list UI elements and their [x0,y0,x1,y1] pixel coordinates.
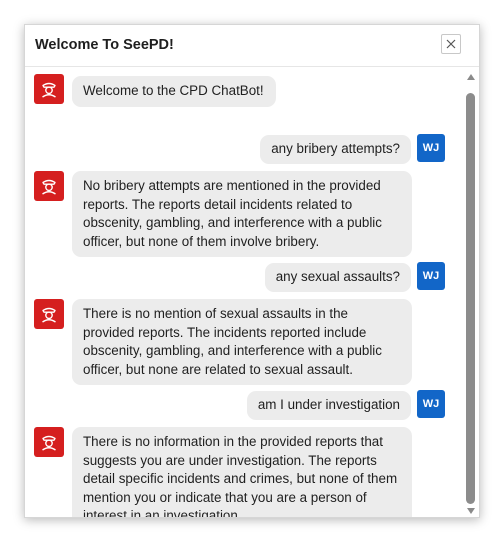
message-list: Welcome to the CPD ChatBot! any bribery … [25,67,461,517]
bot-message-bubble: No bribery attempts are mentioned in the… [72,171,412,257]
close-button[interactable] [441,34,461,54]
scroll-up-arrow-icon[interactable] [467,74,475,80]
scroll-down-arrow-icon[interactable] [467,508,475,514]
bot-avatar [34,427,64,457]
police-officer-icon [42,435,56,451]
dialog-title: Welcome To SeePD! [35,37,174,53]
police-officer-icon [42,307,56,323]
user-message-bubble: am I under investigation [246,391,411,420]
user-message-bubble: any sexual assaults? [264,263,411,292]
bot-message-bubble: Welcome to the CPD ChatBot! [72,76,276,107]
chat-dialog: Welcome To SeePD! Welcome to the CPD Cha… [24,24,480,518]
bot-avatar [34,299,64,329]
user-avatar: WJ [417,390,445,418]
dialog-header: Welcome To SeePD! [25,25,479,67]
bot-avatar [34,74,64,104]
bot-message-bubble: There is no mention of sexual assaults i… [72,299,412,385]
close-icon [446,39,456,49]
police-officer-icon [42,179,56,195]
user-message-bubble: any bribery attempts? [260,135,411,164]
scrollbar-thumb[interactable] [466,93,475,504]
police-officer-icon [42,82,56,98]
vertical-scrollbar[interactable] [463,67,479,517]
bot-message-bubble: There is no information in the provided … [72,427,412,517]
user-avatar: WJ [417,134,445,162]
user-avatar: WJ [417,262,445,290]
bot-avatar [34,171,64,201]
